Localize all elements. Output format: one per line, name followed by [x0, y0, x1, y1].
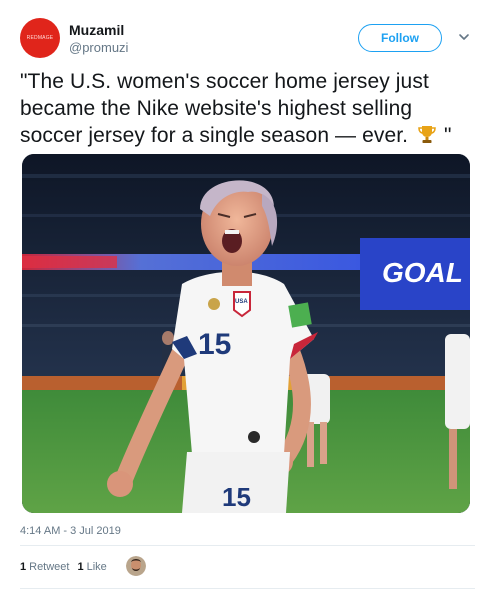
user-avatar[interactable]: REDMAGE [20, 18, 60, 58]
shorts-number: 15 [222, 482, 251, 512]
chevron-down-icon[interactable] [457, 30, 471, 44]
retweet-label: Retweet [29, 561, 70, 573]
like-label: Like [86, 561, 107, 573]
avatar-logo-text: REDMAGE [26, 35, 54, 41]
jersey-number: 15 [198, 328, 231, 361]
trophy-icon [418, 126, 436, 143]
liker-avatar[interactable] [126, 556, 146, 576]
retweet-count: 1 [20, 561, 27, 573]
tweet-stats: 1 Retweet 1 Like [20, 556, 115, 578]
like-count: 1 [77, 561, 84, 573]
user-handle[interactable]: @promuzi [69, 40, 128, 55]
goal-board-text: GOAL [382, 257, 463, 288]
retweet-count-link[interactable]: 1 Retweet [20, 561, 69, 573]
jersey-crest-text: USA [235, 299, 248, 305]
tweet-body: "The U.S. women's soccer home jersey jus… [20, 70, 429, 147]
tweet-closing-quote: " [438, 124, 452, 147]
tweet-card: REDMAGE Muzamil @promuzi Follow "The U.S… [0, 0, 493, 594]
photo-celebration: GOAL 15 USA 15 [22, 154, 470, 513]
tweet-timestamp[interactable]: 4:14 AM - 3 Jul 2019 [20, 525, 121, 537]
like-count-link[interactable]: 1 Like [77, 561, 106, 573]
tweet-header: REDMAGE Muzamil @promuzi Follow [20, 18, 475, 62]
follow-button[interactable]: Follow [358, 24, 442, 52]
divider-top [20, 545, 475, 546]
tweet-text: "The U.S. women's soccer home jersey jus… [20, 68, 476, 149]
tweet-photo[interactable]: GOAL 15 USA 15 [22, 154, 470, 513]
divider-bottom [20, 588, 475, 589]
user-display-name[interactable]: Muzamil [69, 22, 124, 38]
